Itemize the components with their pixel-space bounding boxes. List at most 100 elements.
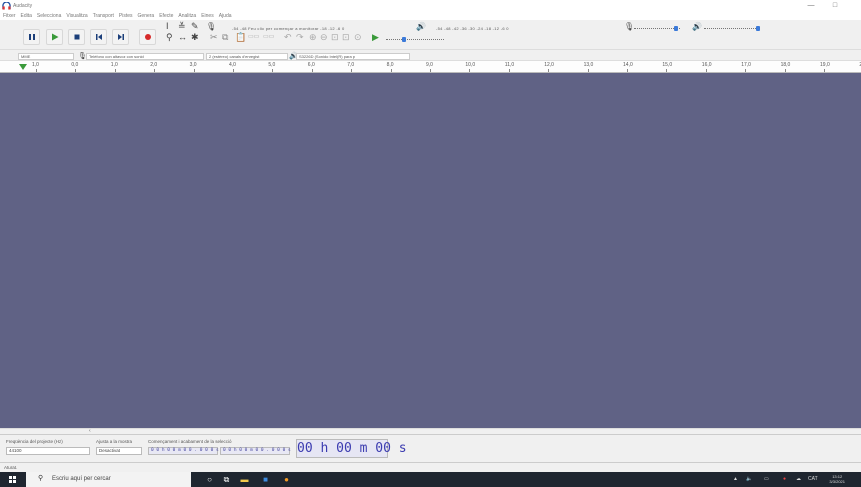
timeline-tick-label: 8,0 [386, 62, 394, 68]
zoom-out-icon[interactable]: ⊖ [320, 33, 328, 42]
snap-to-select[interactable]: Desactivat [96, 447, 142, 455]
time-shift-tool-icon[interactable]: ↔ [178, 33, 187, 42]
envelope-tool-icon[interactable]: ≚ [178, 22, 186, 31]
timeline-tick-label: 2,0 [150, 62, 158, 68]
timeline-tick-label: 10,0 [465, 62, 476, 68]
audacity-logo-icon [2, 1, 11, 10]
record-button[interactable] [139, 29, 156, 45]
undo-icon[interactable]: ↶ [284, 33, 292, 42]
timeline-tick-label: 17,0 [741, 62, 751, 68]
menu-tracks[interactable]: Pistes [119, 13, 133, 19]
timeline-tick-label: 3,0 [189, 62, 197, 68]
timeline-tick-label: 0,0 [71, 62, 79, 68]
timeline-tick [154, 69, 156, 72]
input-language[interactable]: CAT [808, 476, 818, 482]
record-meter-scale[interactable]: -54 -48 Feu clic per començar a monitora… [232, 26, 344, 31]
paste-icon[interactable]: 📋 [235, 33, 246, 42]
zoom-tool-icon[interactable]: ⚲ [166, 33, 173, 42]
recording-volume-knob[interactable] [674, 26, 678, 31]
timeline-tick-label: 4,0 [229, 62, 236, 68]
zoom-in-icon[interactable]: ⊕ [309, 33, 317, 42]
timeline-tick-label: 1,0 [32, 62, 39, 68]
trim-icon[interactable]: ▭▭ [248, 33, 259, 42]
project-rate-select[interactable]: 44100 [6, 447, 90, 455]
play-speed-slider[interactable] [386, 39, 444, 40]
timeline-tick-label: 1,0 [110, 62, 118, 68]
skip-to-start-button[interactable] [90, 29, 107, 45]
pause-icon [28, 34, 35, 40]
fit-selection-icon[interactable]: ⊡ [331, 33, 339, 42]
status-text: Aturat. [4, 465, 18, 470]
speaker-volume-icon: 🔊 [692, 22, 702, 31]
antivirus-tray-icon[interactable]: ● [783, 476, 786, 482]
volume-tray-icon[interactable]: 🔈 [746, 476, 752, 482]
device-toolbar: MME 🎙 Telèfono con altavoz con sonid 2 (… [0, 51, 861, 61]
recording-channels-select[interactable]: 2 (estèreo) canals d'enregist [206, 53, 288, 60]
audio-position-display[interactable]: 00 h 00 m 00 s [296, 439, 407, 458]
playback-device-select[interactable]: S3226D (Sonido Intel(R) para p [296, 53, 410, 60]
cortana-icon[interactable]: ○ [205, 475, 214, 484]
timeline-tick [193, 69, 195, 72]
cloud-tray-icon[interactable]: ☁ [796, 476, 801, 482]
menu-tools[interactable]: Eines [201, 13, 214, 19]
zoom-toggle-icon[interactable]: ⊙ [354, 33, 362, 42]
recording-device-select[interactable]: Telèfono con altavoz con sonid [86, 53, 204, 60]
playback-meter-scale[interactable]: -54 -48 -42 -36 -30 -24 -18 -12 -6 0 [436, 26, 509, 31]
timeline-tick-label: 11,0 [504, 62, 515, 68]
timeline-tick [705, 69, 707, 72]
pin-head-icon[interactable] [18, 63, 28, 71]
taskbar-search-box[interactable]: ⚲ Escriu aquí per cercar [26, 472, 191, 487]
redo-icon[interactable]: ↷ [296, 33, 304, 42]
play-button[interactable] [46, 29, 63, 45]
toolbar-area: I ≚ ✎ ⚲ ↔ ✱ 🎙 -54 -48 Feu clic per comen… [0, 20, 861, 50]
skip-to-end-button[interactable] [112, 29, 129, 45]
play-speed-knob[interactable] [402, 37, 406, 42]
selection-end-time[interactable]: 0 0 h 0 0 m 0 0 . 0 0 0 s [220, 447, 291, 455]
menu-edit[interactable]: Edita [21, 13, 32, 19]
windows-start-icon[interactable] [9, 476, 16, 483]
multi-tool-icon[interactable]: ✱ [191, 33, 199, 42]
network-tray-icon[interactable]: ▲ [733, 476, 738, 482]
selection-toolbar: Freqüència del projecte (Hz) Ajusta a la… [0, 434, 861, 462]
taskbar-clock[interactable]: 13:12 3/3/2021 [829, 474, 845, 484]
menu-transport[interactable]: Transport [93, 13, 114, 19]
fit-project-icon[interactable]: ⊡ [342, 33, 350, 42]
notification-tray-icon[interactable]: ▭ [764, 476, 769, 482]
audio-host-select[interactable]: MME [18, 53, 74, 60]
silence-icon[interactable]: ▭▭ [263, 33, 274, 42]
selection-start-time[interactable]: 0 0 h 0 0 m 0 0 . 0 0 0 s [148, 447, 219, 455]
playback-volume-knob[interactable] [756, 26, 760, 31]
cut-icon[interactable]: ✂ [210, 33, 218, 42]
track-panel[interactable] [0, 73, 861, 428]
timeline-ruler[interactable]: 1,0 0,0 1,0 2,0 3,0 4,0 5,0 6,0 7,0 8,0 9,0 10,0 11,… [0, 61, 861, 73]
file-explorer-icon[interactable]: ▬ [240, 475, 249, 484]
maximize-button[interactable]: □ [825, 0, 845, 11]
timeline-tick [311, 69, 313, 72]
timeline-tick [587, 69, 589, 72]
menu-select[interactable]: Selecciona [37, 13, 61, 19]
timeline-tick [233, 69, 234, 72]
menu-view[interactable]: Visualitza [66, 13, 87, 19]
menu-effect[interactable]: Efecte [159, 13, 173, 19]
store-icon[interactable]: ■ [261, 475, 270, 484]
audacity-taskbar-icon[interactable]: ● [282, 475, 291, 484]
draw-tool-icon[interactable]: ✎ [191, 22, 199, 31]
stop-button[interactable] [68, 29, 85, 45]
timeline-tick-label: 14,0 [623, 62, 633, 68]
menu-help[interactable]: Ajuda [219, 13, 232, 19]
minimize-button[interactable]: — [801, 0, 821, 11]
selection-tool-icon[interactable]: I [166, 22, 169, 31]
mic-volume-icon: 🎙 [624, 22, 635, 31]
playback-volume-slider[interactable] [704, 28, 760, 29]
copy-icon[interactable]: ⧉ [222, 33, 228, 42]
task-view-icon[interactable]: ⧉ [222, 475, 231, 484]
status-bar: Aturat. [0, 462, 861, 472]
menu-generate[interactable]: Genera [138, 13, 155, 19]
menu-analyze[interactable]: Analitza [178, 13, 196, 19]
play-at-speed-icon[interactable]: ▶ [372, 33, 379, 42]
menu-file[interactable]: Fitxer [3, 13, 16, 19]
timeline-tick [666, 69, 668, 72]
speaker-icon: 🔊 [416, 22, 426, 31]
pause-button[interactable] [23, 29, 40, 45]
stop-icon [74, 34, 79, 40]
